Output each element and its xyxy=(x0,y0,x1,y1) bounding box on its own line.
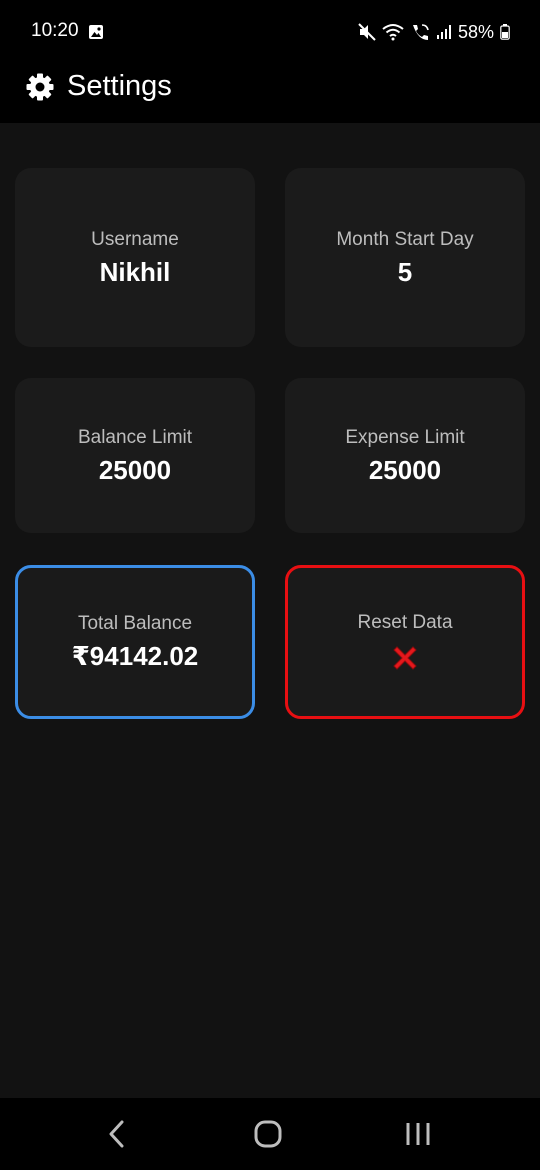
signal-icon xyxy=(436,25,451,39)
app-bar: Settings xyxy=(0,62,540,123)
battery-percent: 58% xyxy=(457,21,494,42)
username-value: Nikhil xyxy=(99,256,171,287)
page-title: Settings xyxy=(67,70,172,102)
nav-bar xyxy=(0,1098,540,1170)
reset-data-label: Reset Data xyxy=(357,612,453,633)
total-balance-label: Total Balance xyxy=(77,613,193,634)
month-start-day-value: 5 xyxy=(397,256,413,287)
status-bar: 10:20 58% xyxy=(0,0,540,62)
mute-icon xyxy=(358,23,376,41)
back-icon[interactable] xyxy=(106,1120,128,1148)
red-x-icon xyxy=(393,646,417,670)
month-start-day-card[interactable]: Month Start Day 5 xyxy=(285,168,525,347)
total-balance-value: ₹94142.02 xyxy=(71,641,199,671)
gear-icon xyxy=(26,73,54,101)
recents-icon[interactable] xyxy=(404,1120,432,1148)
month-start-day-label: Month Start Day xyxy=(336,228,474,250)
status-time: 10:20 xyxy=(31,20,79,41)
gallery-icon xyxy=(89,25,103,39)
wifi-call-icon xyxy=(412,24,429,40)
home-icon[interactable] xyxy=(254,1120,282,1148)
expense-limit-label: Expense Limit xyxy=(345,426,465,448)
expense-limit-card[interactable]: Expense Limit 25000 xyxy=(285,378,525,533)
username-label: Username xyxy=(91,228,179,250)
reset-data-button[interactable]: Reset Data xyxy=(285,565,525,719)
total-balance-card[interactable]: Total Balance ₹94142.02 xyxy=(15,565,255,719)
balance-limit-card[interactable]: Balance Limit 25000 xyxy=(15,378,255,533)
wifi-icon xyxy=(382,24,404,41)
balance-limit-value: 25000 xyxy=(98,454,172,485)
balance-limit-label: Balance Limit xyxy=(77,426,193,448)
battery-icon xyxy=(500,24,510,40)
expense-limit-value: 25000 xyxy=(368,454,442,485)
username-card[interactable]: Username Nikhil xyxy=(15,168,255,347)
status-icons: 58% xyxy=(358,20,510,44)
